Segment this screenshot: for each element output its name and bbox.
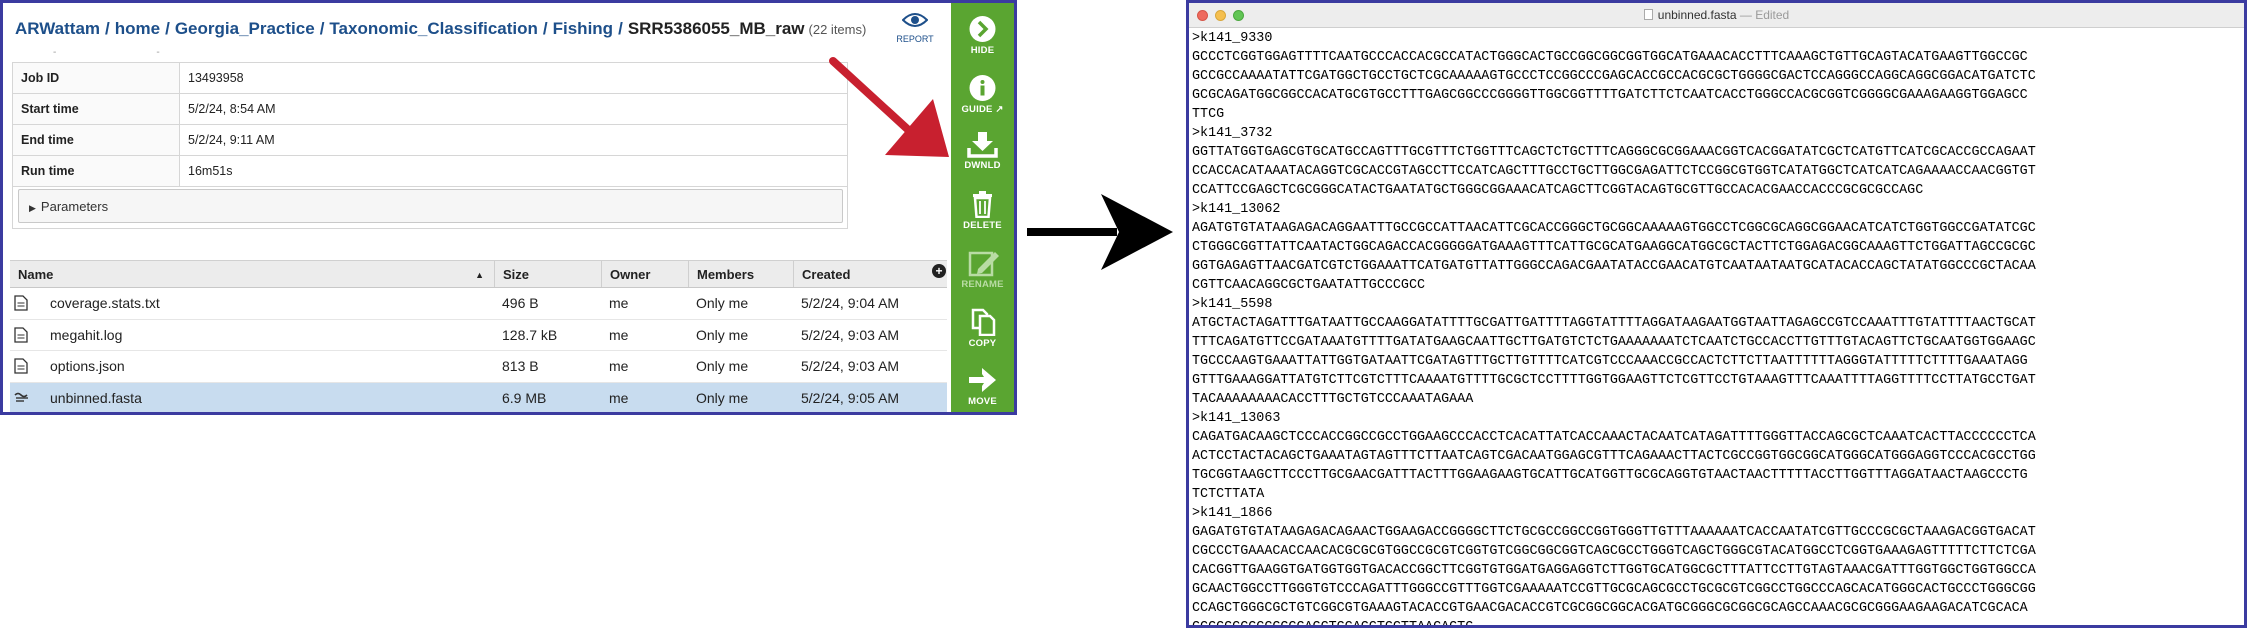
breadcrumb-item-folder[interactable]: Taxonomic_Classification — [329, 19, 537, 38]
breadcrumb-item-project[interactable]: Georgia_Practice — [175, 19, 315, 38]
job-id-key: Job ID — [12, 62, 180, 94]
rename-label: RENAME — [961, 279, 1004, 290]
run-time-key: Run time — [12, 155, 180, 187]
end-time-key: End time — [12, 124, 180, 156]
job-id-row: Job ID 13493958 — [12, 62, 848, 94]
parameters-toggle[interactable]: ▶ Parameters — [18, 189, 843, 223]
job-info-table: Job ID 13493958 Start time 5/2/24, 8:54 AM… — [12, 62, 848, 187]
item-count: (22 items) — [808, 22, 867, 37]
window-title-filename: unbinned.fasta — [1657, 8, 1737, 22]
document-proxy-icon — [1643, 9, 1653, 20]
file-owner: me — [609, 295, 629, 312]
file-name[interactable]: coverage.stats.txt — [10, 288, 494, 319]
window-titlebar: unbinned.fasta — Edited — [1189, 3, 2244, 28]
external-link-icon: ↗ — [992, 104, 1004, 115]
pencil-icon — [968, 251, 999, 277]
download-button[interactable]: DWNLD — [951, 130, 1014, 171]
guide-button[interactable]: GUIDE ↗ — [951, 74, 1014, 115]
window-title: unbinned.fasta — Edited — [1189, 8, 2244, 22]
file-row[interactable]: coverage.stats.txt 496 B me Only me 5/2/… — [10, 288, 947, 320]
trash-icon — [973, 191, 992, 218]
parameters-label: Parameters — [40, 199, 109, 214]
column-header-owner[interactable]: Owner — [601, 261, 688, 287]
file-size: 128.7 kB — [502, 326, 558, 343]
breadcrumb-current: SRR5386055_MB_raw — [627, 19, 805, 38]
guide-label: GUIDE — [961, 104, 993, 115]
job-id-value: 13493958 — [179, 62, 848, 94]
file-members: Only me — [696, 326, 749, 343]
file-members: Only me — [696, 358, 749, 375]
delete-label: DELETE — [963, 220, 1002, 231]
hide-button[interactable]: HIDE — [951, 15, 1014, 56]
edited-status: — Edited — [1739, 8, 1790, 22]
column-header-size[interactable]: Size — [494, 261, 601, 287]
action-sidebar: HIDE GUIDE ↗ DWNLD DELETE RENAME COPY MO… — [951, 3, 1014, 412]
file-name[interactable]: unbinned.fasta — [10, 383, 494, 413]
breadcrumb-item-user[interactable]: ARWattam — [15, 19, 100, 38]
file-row[interactable]: megahit.log 128.7 kB me Only me 5/2/24, … — [10, 320, 947, 351]
copy-icon — [971, 308, 996, 336]
run-time-value: 16m51s — [179, 155, 848, 187]
eye-icon — [901, 13, 929, 27]
run-time-row: Run time 16m51s — [12, 155, 848, 187]
transition-arrow — [1027, 194, 1173, 270]
start-time-key: Start time — [12, 93, 180, 125]
file-created: 5/2/24, 9:04 AM — [801, 295, 900, 312]
arrow-right-icon — [969, 368, 996, 392]
file-size: 6.9 MB — [502, 389, 547, 406]
rename-button[interactable]: RENAME — [951, 249, 1014, 290]
file-created: 5/2/24, 9:03 AM — [801, 358, 900, 375]
move-button[interactable]: MOVE — [951, 366, 1014, 407]
text-editor-window: unbinned.fasta — Edited >k141_9330 GCCCT… — [1186, 0, 2247, 628]
report-button[interactable]: REPORT — [893, 12, 937, 44]
end-time-value: 5/2/24, 9:11 AM — [179, 124, 848, 156]
file-name[interactable]: megahit.log — [10, 320, 494, 351]
end-time-row: End time 5/2/24, 9:11 AM — [12, 124, 848, 156]
copy-label: COPY — [968, 338, 997, 349]
download-label: DWNLD — [964, 160, 1001, 171]
chevron-right-circle-icon — [969, 16, 996, 42]
start-time-row: Start time 5/2/24, 8:54 AM — [12, 93, 848, 125]
file-created: 5/2/24, 9:03 AM — [801, 326, 900, 343]
column-header-name[interactable]: Name ▲ — [10, 261, 494, 287]
sort-asc-icon: ▲ — [475, 270, 484, 280]
file-members: Only me — [696, 295, 749, 312]
report-label: REPORT — [896, 34, 934, 44]
move-label: MOVE — [968, 396, 997, 407]
file-row-selected[interactable]: unbinned.fasta 6.9 MB me Only me 5/2/24,… — [10, 382, 947, 413]
file-list-header: Name ▲ Size Owner Members Created — [10, 260, 947, 288]
file-size: 813 B — [502, 358, 539, 375]
scrollbar[interactable] — [1014, 3, 1017, 412]
breadcrumb: ARWattam / home / Georgia_Practice / Taxonomic… — [15, 19, 867, 38]
column-header-members[interactable]: Members — [688, 261, 793, 287]
file-row[interactable]: options.json 813 B me Only me 5/2/24, 9:… — [10, 351, 947, 383]
file-owner: me — [609, 326, 629, 343]
file-list: Name ▲ Size Owner Members Created coverag… — [10, 260, 947, 413]
caret-right-icon: ▶ — [29, 203, 36, 213]
hide-label: HIDE — [970, 45, 995, 56]
breadcrumb-item-home[interactable]: home — [115, 19, 160, 38]
fasta-content[interactable]: >k141_9330 GCCCTCGGTGGAGTTTTCAATGCCCACCA… — [1192, 29, 2244, 625]
start-time-value: 5/2/24, 8:54 AM — [179, 93, 848, 125]
file-name[interactable]: options.json — [10, 351, 494, 382]
file-owner: me — [609, 389, 629, 406]
file-owner: me — [609, 358, 629, 375]
download-icon — [967, 132, 998, 158]
file-size: 496 B — [502, 295, 539, 312]
breadcrumb-item-subfolder[interactable]: Fishing — [553, 19, 613, 38]
add-column-button[interactable]: + — [932, 264, 946, 278]
file-members: Only me — [696, 389, 749, 406]
copy-button[interactable]: COPY — [951, 308, 1014, 349]
info-circle-icon — [969, 75, 996, 101]
file-created: 5/2/24, 9:05 AM — [801, 389, 900, 406]
annotation-arrow — [829, 57, 949, 157]
file-browser-panel: ARWattam / home / Georgia_Practice / Taxonomic… — [0, 0, 1017, 415]
tab-stub: -- — [53, 47, 260, 58]
delete-button[interactable]: DELETE — [951, 190, 1014, 231]
column-header-created[interactable]: Created — [793, 261, 947, 287]
